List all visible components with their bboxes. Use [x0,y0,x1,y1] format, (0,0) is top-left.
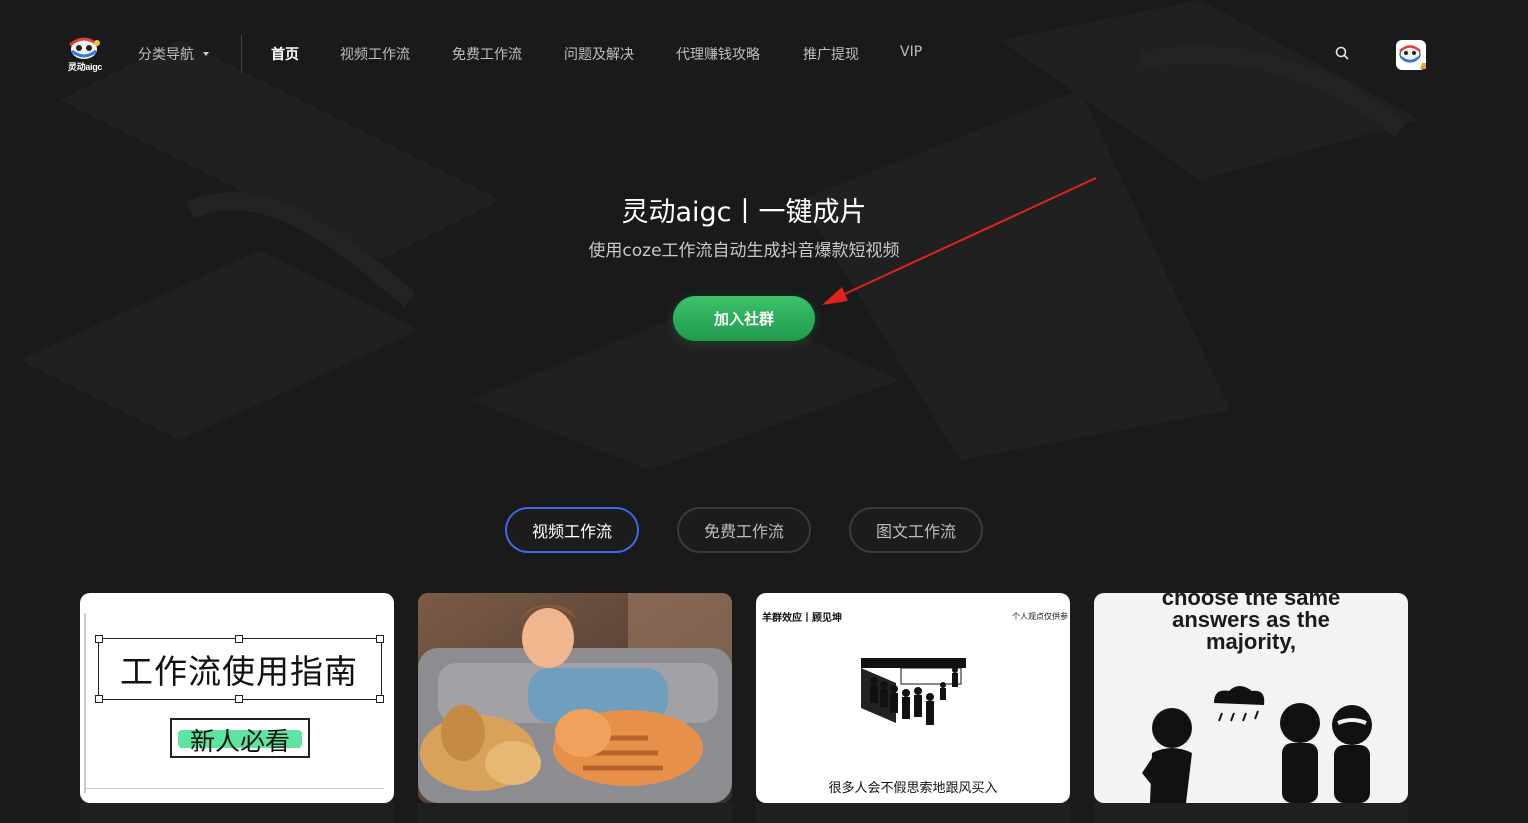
card-guide-title: 工作流使用指南 [120,652,358,691]
hero-title: 灵动aigc丨一键成片 [621,197,867,228]
nav-item-agent-guide[interactable]: 代理赚钱攻略 [676,44,760,64]
newbie-badge: 新人必看 [170,718,310,758]
nav-item-faq[interactable]: 问题及解决 [564,44,634,64]
avatar-mascot-icon [1399,45,1426,69]
nav-item-free-workflow[interactable]: 免费工作流 [452,44,522,64]
tab-free-workflow[interactable]: 免费工作流 [677,507,811,553]
sleeping-man-dog-cat-illustration [418,593,732,803]
card-footer [418,803,732,823]
nav-item-promotion-withdraw[interactable]: 推广提现 [803,44,859,64]
card-guide-rule [84,788,384,789]
workflow-card-majority[interactable]: choose the same answers as the majority, [1094,593,1408,803]
nav-item-home[interactable]: 首页 [271,44,299,64]
crowd-illustration [861,658,966,725]
card-herd-caption: 很多人会不假思索地跟风买入 [828,781,998,796]
site-logo[interactable]: 灵动aigc [62,35,108,75]
category-nav-label: 分类导航 [138,47,194,63]
frame-handle [235,695,243,703]
tab-video-workflow[interactable]: 视频工作流 [505,507,639,553]
category-nav-dropdown[interactable]: 分类导航 [138,44,209,64]
frame-handle [95,635,103,643]
nav-item-vip[interactable]: VIP [900,44,922,60]
nav-item-video-workflow[interactable]: 视频工作流 [340,44,410,64]
card-footer [80,803,394,823]
caret-down-icon [203,52,209,56]
frame-handle [95,695,103,703]
card-footer [1094,803,1408,823]
user-avatar[interactable] [1396,40,1426,70]
nav-divider [241,35,242,73]
frame-handle [235,635,243,643]
search-icon[interactable] [1335,46,1349,60]
card-guide-rule [84,613,86,793]
card-footer [756,803,1070,823]
workflow-card-herd-effect[interactable]: 羊群效应丨顾见坤 个人观点仅供参 很多人会不假思索地跟风买入 [756,593,1070,803]
workflow-card-sleeping-pets[interactable] [418,593,732,803]
join-community-button[interactable]: 加入社群 [673,296,815,341]
frame-handle [376,635,384,643]
hero-subtitle: 使用coze工作流自动生成抖音爆款短视频 [588,241,900,261]
newbie-badge-text: 新人必看 [189,727,290,756]
logo-text: 灵动aigc [67,62,103,72]
logo-mascot-icon [69,37,100,59]
silhouette-figures-illustration [1142,686,1372,803]
workflow-card-guide[interactable]: 工作流使用指南 新人必看 [80,593,394,803]
frame-handle [376,695,384,703]
tab-image-text-workflow[interactable]: 图文工作流 [849,507,983,553]
top-nav-bar: 灵动aigc 分类导航 首页 视频工作流 免费工作流 问题及解决 代理赚钱攻略 … [0,0,1528,108]
